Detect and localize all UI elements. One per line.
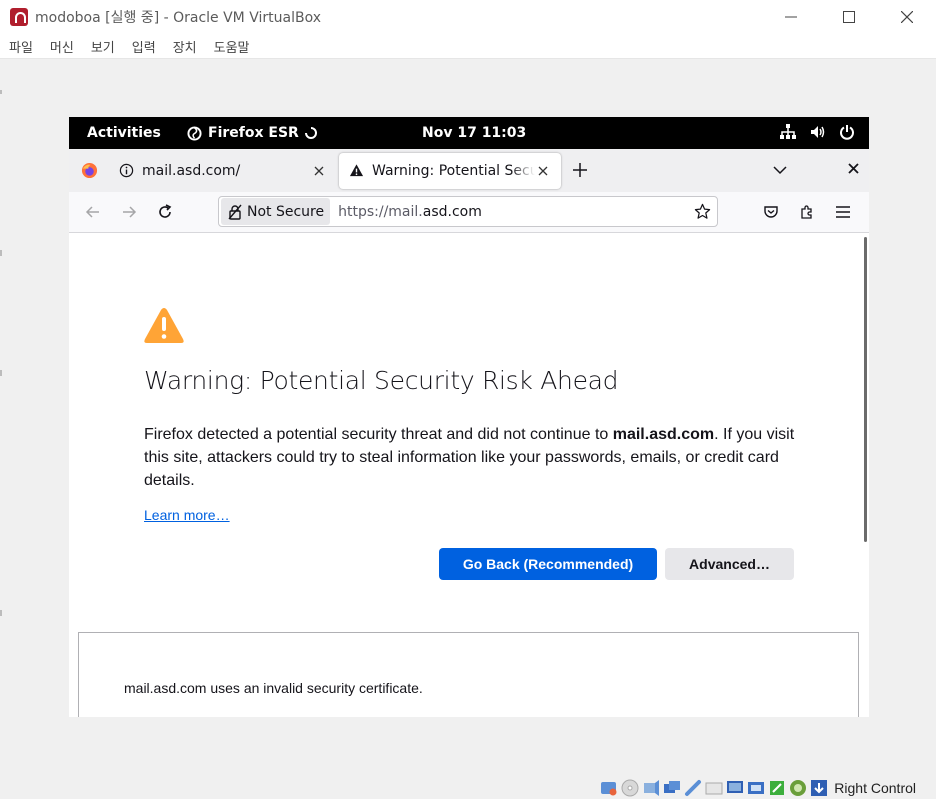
close-icon [901,11,913,23]
menu-machine[interactable]: 머신 [50,37,74,56]
app-menu[interactable]: Firefox ESR [187,125,317,141]
tab-warning[interactable]: Warning: Potential Security Risk Ahead [339,152,561,189]
new-tab-button[interactable] [561,158,599,183]
menu-view[interactable]: 보기 [91,37,115,56]
desc-text-pre: Firefox detected a potential security th… [144,426,613,443]
reload-icon [159,204,172,218]
forward-button[interactable] [111,196,147,228]
url-bar[interactable]: Not Secure https://mail.asd.com [218,196,718,227]
error-title: Warning: Potential Security Risk Ahead [144,366,619,395]
menu-input[interactable]: 입력 [132,37,156,56]
extensions-button[interactable] [789,196,825,228]
tab-close-button[interactable] [535,163,551,179]
pocket-button[interactable] [753,196,789,228]
host-menubar: 파일 머신 보기 입력 장치 도움말 [0,34,936,59]
minimize-icon [785,16,797,18]
page-content: Warning: Potential Security Risk Ahead F… [69,233,869,717]
arrow-right-icon [123,206,137,218]
cpu-icon[interactable] [768,779,786,797]
host-window-title: modoboa [실행 중] - Oracle VM VirtualBox [35,10,321,26]
tab-mail-asd[interactable]: mail.asd.com/ [109,153,337,189]
list-all-tabs-button[interactable] [773,162,787,181]
network-adapter-icon[interactable] [663,779,681,797]
reload-button[interactable] [147,196,183,228]
go-back-button[interactable]: Go Back (Recommended) [439,548,657,580]
menu-help[interactable]: 도움말 [214,37,250,56]
optical-drive-icon[interactable] [621,779,639,797]
tab-strip: mail.asd.com/ Warning: Potential Securit… [69,149,869,192]
vm-display[interactable]: Activities Firefox ESR Nov 17 11:03 mail… [69,117,869,717]
firefox-view-button[interactable] [69,149,109,192]
network-icon [780,124,796,139]
url-text[interactable]: https://mail.asd.com [338,204,687,220]
tab-label: Warning: Potential Security Risk Ahead [372,162,535,179]
plus-icon [573,163,587,177]
hard-disk-icon[interactable] [600,779,618,797]
scrollbar[interactable] [864,237,867,542]
menu-file[interactable]: 파일 [9,37,33,56]
firefox-icon [187,125,202,141]
host-titlebar: modoboa [실행 중] - Oracle VM VirtualBox [0,0,936,34]
recording-icon[interactable] [747,779,765,797]
app-menu-button[interactable] [825,196,861,228]
close-window-button[interactable] [878,0,936,34]
maximize-icon [843,11,855,23]
menu-devices[interactable]: 장치 [173,37,197,56]
tab-close-button[interactable] [311,163,327,179]
app-name: Firefox ESR [208,125,299,141]
maximize-button[interactable] [820,0,878,34]
navigation-toolbar: Not Secure https://mail.asd.com [69,192,869,233]
close-icon [538,166,548,175]
site-identity-button[interactable]: Not Secure [221,198,331,225]
url-prefix: https://mail. [338,203,423,220]
mouse-integration-icon[interactable] [789,779,807,797]
close-icon [848,163,859,174]
tab-label: mail.asd.com/ [142,162,241,179]
display-icon[interactable] [726,779,744,797]
star-icon [694,203,710,219]
learn-more-link[interactable]: Learn more… [144,507,230,523]
audio-icon[interactable] [642,779,660,797]
error-description: Firefox detected a potential security th… [144,423,804,492]
arrow-left-icon [85,206,99,218]
hamburger-icon [836,206,850,218]
usb-icon[interactable] [684,779,702,797]
virtualbox-vm-icon [10,8,28,26]
host-key-label: Right Control [834,780,916,796]
minimize-button[interactable] [762,0,820,34]
clock[interactable]: Nov 17 11:03 [422,125,526,141]
pocket-icon [764,206,778,218]
url-host: asd.com [422,203,482,220]
close-icon [314,166,324,175]
desc-host: mail.asd.com [612,426,715,443]
insecure-lock-icon [228,204,242,220]
back-button[interactable] [75,196,111,228]
bookmark-star-button[interactable] [687,203,717,220]
power-icon [840,125,854,140]
shared-folder-icon[interactable] [705,779,723,797]
advanced-button[interactable]: Advanced… [665,548,794,580]
warning-icon [349,164,364,177]
gnome-top-bar: Activities Firefox ESR Nov 17 11:03 [69,117,869,149]
window-close-button[interactable] [848,160,859,178]
keyboard-capture-icon[interactable] [810,779,828,797]
advanced-panel: mail.asd.com uses an invalid security ce… [78,632,859,717]
not-secure-label: Not Secure [247,203,325,220]
chevron-down-icon [773,166,787,175]
puzzle-icon [801,205,812,219]
firefox-logo-icon [81,162,97,179]
advanced-panel-text: mail.asd.com uses an invalid security ce… [124,680,423,696]
host-edge-marks [0,90,2,616]
system-status-area[interactable] [779,123,855,141]
warning-triangle-icon [144,308,184,343]
loading-spinner-icon [304,127,317,139]
activities-button[interactable]: Activities [87,125,161,141]
info-icon [119,163,134,178]
host-status-bar: Right Control [600,777,936,799]
volume-icon [811,126,825,138]
